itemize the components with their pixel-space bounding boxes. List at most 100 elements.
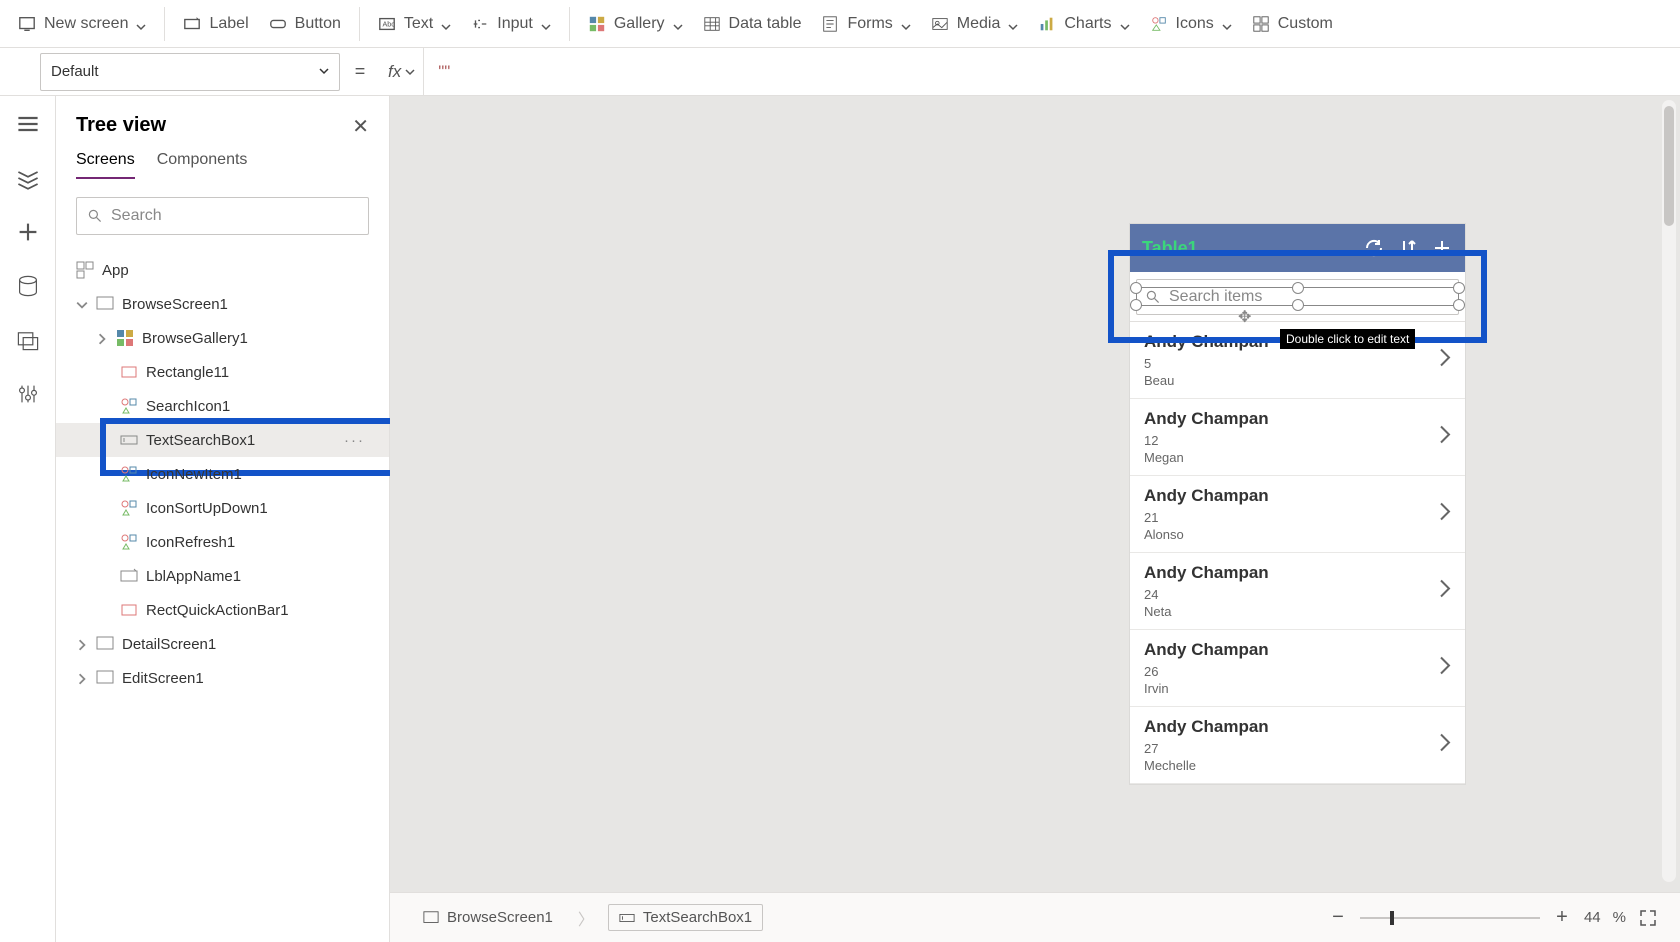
gallery-item[interactable]: Andy Champan 24 Neta	[1130, 553, 1465, 630]
tree-item-detailscreen[interactable]: DetailScreen1	[56, 627, 389, 661]
tree-item-iconsort[interactable]: IconSortUpDown1	[56, 491, 389, 525]
zoom-out-button[interactable]: −	[1328, 908, 1348, 928]
app-header-bar: Table1	[1130, 224, 1465, 272]
item-number: 27	[1144, 741, 1451, 756]
canvas-scrollbar[interactable]	[1662, 100, 1676, 882]
screen-icon	[96, 295, 114, 313]
tree-search-input[interactable]: Search	[76, 197, 369, 235]
input-dropdown[interactable]: Input	[461, 6, 561, 42]
tree-item-iconrefresh[interactable]: IconRefresh1	[56, 525, 389, 559]
canvas-area[interactable]: Table1 ✥ Double click to edit text Searc	[390, 96, 1680, 942]
icons-dropdown[interactable]: Icons	[1140, 6, 1242, 42]
tree-item-rectangle[interactable]: Rectangle11	[56, 355, 389, 389]
media-panel-button[interactable]	[16, 328, 40, 352]
breadcrumb-screen[interactable]: BrowseScreen1	[412, 904, 564, 931]
tree-item-textsearchbox[interactable]: TextSearchBox1 ···	[56, 423, 389, 457]
button-button[interactable]: Button	[259, 6, 351, 42]
chevron-right-icon	[76, 672, 88, 684]
chevron-down-icon	[1008, 19, 1018, 29]
divider	[164, 7, 165, 41]
fx-button[interactable]: fx	[380, 48, 424, 95]
datatable-button[interactable]: Data table	[693, 6, 812, 42]
item-number: 5	[1144, 356, 1451, 371]
forms-dropdown[interactable]: Forms	[811, 6, 920, 42]
app-title-label: Table1	[1142, 238, 1351, 259]
icons-icon	[120, 499, 138, 517]
charts-icon	[1038, 15, 1056, 33]
search-icon	[87, 208, 103, 224]
new-screen-button[interactable]: New screen	[8, 6, 156, 42]
tree-item-editscreen[interactable]: EditScreen1	[56, 661, 389, 695]
fit-to-window-button[interactable]	[1638, 908, 1658, 928]
hamburger-button[interactable]	[16, 112, 40, 136]
item-title: Andy Champan	[1144, 563, 1451, 583]
chevron-right-icon	[1439, 733, 1451, 758]
table-icon	[703, 15, 721, 33]
icons-icon	[1150, 15, 1168, 33]
property-selector[interactable]: Default	[40, 53, 340, 91]
textinput-icon	[619, 910, 635, 926]
shape-icon	[120, 601, 138, 619]
icons-icon	[120, 465, 138, 483]
chevron-down-icon	[405, 62, 415, 82]
tree-item-lblappname[interactable]: LblAppName1	[56, 559, 389, 593]
label-button[interactable]: Label	[173, 6, 258, 42]
advanced-tools-button[interactable]	[16, 382, 40, 406]
data-button[interactable]	[16, 274, 40, 298]
zoom-slider[interactable]	[1360, 917, 1540, 919]
text-dropdown[interactable]: Abc Text	[368, 6, 461, 42]
tree-item-browsegallery[interactable]: BrowseGallery1	[56, 321, 389, 355]
item-title: Andy Champan	[1144, 486, 1451, 506]
gallery-item[interactable]: Andy Champan 12 Megan	[1130, 399, 1465, 476]
divider	[569, 7, 570, 41]
left-rail	[0, 96, 56, 942]
gallery-item[interactable]: Andy Champan 21 Alonso	[1130, 476, 1465, 553]
button-icon	[269, 15, 287, 33]
search-items-input[interactable]: Search items	[1136, 279, 1459, 315]
refresh-icon[interactable]	[1363, 237, 1385, 259]
tree-view-button[interactable]	[16, 166, 40, 190]
formula-input[interactable]: ""	[424, 48, 1680, 95]
chevron-right-icon	[1439, 348, 1451, 373]
tree-item-app[interactable]: App	[56, 253, 389, 287]
footer-bar: BrowseScreen1 〉 TextSearchBox1 − + 44 %	[390, 892, 1680, 942]
divider	[359, 7, 360, 41]
gallery-item[interactable]: Andy Champan 27 Mechelle	[1130, 707, 1465, 784]
slider-thumb[interactable]	[1390, 911, 1394, 925]
tab-components[interactable]: Components	[157, 151, 248, 179]
tree-item-rectquick[interactable]: RectQuickActionBar1	[56, 593, 389, 627]
tab-screens[interactable]: Screens	[76, 151, 135, 179]
more-options-button[interactable]: ···	[344, 432, 365, 449]
item-subtitle: Irvin	[1144, 681, 1451, 696]
zoom-in-button[interactable]: +	[1552, 908, 1572, 928]
chevron-right-icon	[76, 638, 88, 650]
media-icon	[931, 15, 949, 33]
text-icon: Abc	[378, 15, 396, 33]
gallery-dropdown[interactable]: Gallery	[578, 6, 693, 42]
charts-dropdown[interactable]: Charts	[1028, 6, 1139, 42]
scrollbar-thumb[interactable]	[1664, 106, 1674, 226]
screen-icon	[423, 910, 439, 926]
item-subtitle: Neta	[1144, 604, 1451, 619]
tree-item-searchicon[interactable]: SearchIcon1	[56, 389, 389, 423]
media-dropdown[interactable]: Media	[921, 6, 1029, 42]
chevron-down-icon	[541, 19, 551, 29]
chevron-right-icon	[1439, 656, 1451, 681]
icons-icon	[120, 397, 138, 415]
gallery-item[interactable]: Andy Champan 26 Irvin	[1130, 630, 1465, 707]
close-panel-button[interactable]: ✕	[352, 114, 369, 139]
tree-item-iconnewitem[interactable]: IconNewItem1	[56, 457, 389, 491]
custom-dropdown[interactable]: Custom	[1242, 6, 1343, 42]
tree-view-panel: Tree view ✕ Screens Components Search Ap…	[56, 96, 390, 942]
custom-icon	[1252, 15, 1270, 33]
shape-icon	[120, 363, 138, 381]
plus-icon[interactable]	[1431, 237, 1453, 259]
item-number: 12	[1144, 433, 1451, 448]
sort-icon[interactable]	[1397, 237, 1419, 259]
app-preview-frame: Table1 ✥ Double click to edit text Searc	[1130, 224, 1465, 784]
tree-item-browsescreen[interactable]: BrowseScreen1	[56, 287, 389, 321]
gallery-icon	[116, 329, 134, 347]
chevron-down-icon	[1222, 19, 1232, 29]
add-button[interactable]	[16, 220, 40, 244]
breadcrumb-control[interactable]: TextSearchBox1	[608, 904, 763, 931]
